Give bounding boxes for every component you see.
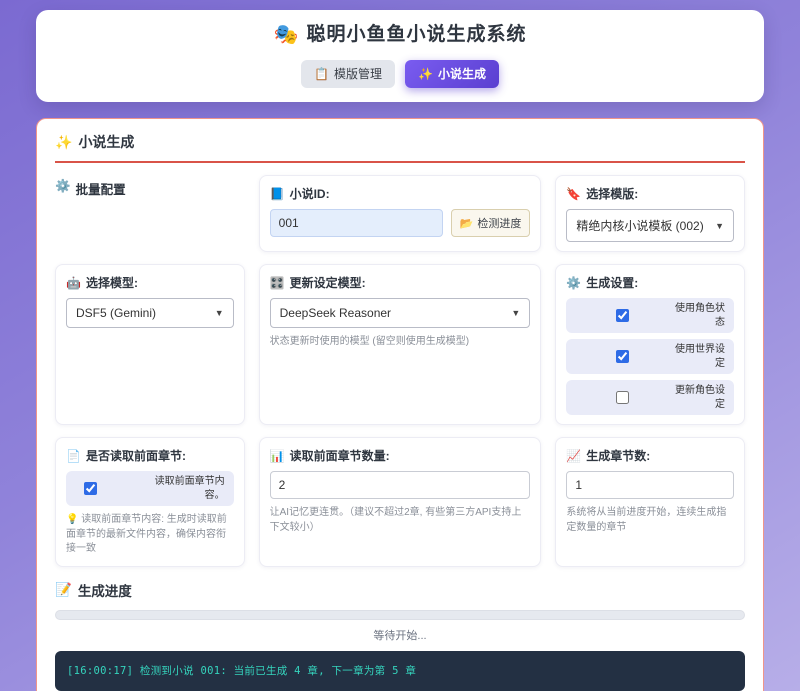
novel-id-input[interactable]	[270, 209, 443, 237]
read-previous-checkbox[interactable]	[84, 482, 97, 495]
template-select[interactable]: 精绝内核小说模板 (002) ▼	[566, 209, 734, 242]
tab-template-management[interactable]: 📋 模版管理	[301, 60, 395, 88]
novel-id-label: 📘 小说ID:	[270, 185, 531, 202]
model-select-value: DSF5 (Gemini)	[76, 306, 156, 320]
section-title-text: 小说生成	[78, 132, 134, 152]
log-line: [16:00:17] 检测到小说 001: 当前已生成 4 章, 下一章为第 5…	[67, 665, 416, 677]
tab-label: 小说生成	[438, 67, 486, 81]
tab-novel-generation[interactable]: ✨ 小说生成	[405, 60, 499, 88]
novel-generation-panel: ✨ 小说生成 ⚙️ 批量配置 📘 小说ID: 📂 检测进度	[36, 118, 764, 691]
update-model-select[interactable]: DeepSeek Reasoner ▼	[270, 298, 531, 328]
novel-id-card: 📘 小说ID: 📂 检测进度	[259, 175, 542, 252]
option-read-previous: 读取前面章节内容。	[66, 471, 234, 506]
update-model-card: 🎛️ 更新设定模型: DeepSeek Reasoner ▼ 状态更新时使用的模…	[259, 264, 542, 425]
clipboard-icon: 📋	[314, 67, 329, 81]
update-character-setting-checkbox[interactable]	[616, 391, 629, 404]
app-title: 聪明小鱼鱼小说生成系统	[306, 22, 526, 48]
app-logo-icon: 🎭	[274, 22, 299, 48]
generate-count-input[interactable]	[566, 471, 734, 499]
config-grid: ⚙️ 批量配置 📘 小说ID: 📂 检测进度 🔖	[55, 175, 745, 567]
update-model-label: 🎛️ 更新设定模型:	[270, 274, 531, 291]
sparkles-icon: ✨	[418, 67, 433, 81]
use-character-state-checkbox[interactable]	[616, 309, 629, 322]
nav-tabs: 📋 模版管理 ✨ 小说生成	[46, 60, 754, 88]
generate-count-hint: 系统将从当前进度开始，连续生成指定数量的章节	[566, 506, 734, 535]
blue-book-icon: 📘	[270, 187, 285, 201]
bookmark-icon: 🔖	[566, 187, 581, 201]
robot-icon: 🤖	[66, 276, 81, 290]
model-label: 🤖 选择模型:	[66, 274, 234, 291]
tab-label: 模版管理	[334, 67, 382, 81]
memo-icon: 📝	[55, 582, 72, 598]
use-world-setting-checkbox[interactable]	[616, 350, 629, 363]
option-label: 读取前面章节内容。	[145, 475, 225, 502]
sliders-icon: 🎛️	[270, 276, 285, 290]
update-model-hint: 状态更新时使用的模型 (留空则使用生成模型)	[270, 335, 531, 350]
chevron-down-icon: ▼	[511, 308, 520, 318]
read-count-label: 📊 读取前面章节数量:	[270, 447, 531, 464]
batch-config-label: ⚙️ 批量配置	[55, 175, 245, 252]
option-update-character-setting: 更新角色设定	[566, 380, 734, 415]
option-label: 使用世界设定	[673, 343, 725, 370]
bar-chart-icon: 📊	[270, 449, 285, 463]
gear-icon: ⚙️	[55, 179, 71, 194]
batch-config-text: 批量配置	[76, 179, 126, 198]
chevron-down-icon: ▼	[715, 221, 724, 231]
section-title: ✨ 小说生成	[55, 132, 745, 163]
update-model-select-value: DeepSeek Reasoner	[280, 306, 391, 320]
template-card: 🔖 选择模版: 精绝内核小说模板 (002) ▼	[555, 175, 745, 252]
generation-settings-card: ⚙️ 生成设置: 使用角色状态 使用世界设定 更新角色设定	[555, 264, 745, 425]
log-console: [16:00:17] 检测到小说 001: 当前已生成 4 章, 下一章为第 5…	[55, 651, 745, 691]
option-use-world-setting: 使用世界设定	[566, 339, 734, 374]
read-previous-hint: 💡 读取前面章节内容: 生成时读取前面章节的最新文件内容，确保内容衔接一致	[66, 513, 234, 557]
model-select[interactable]: DSF5 (Gemini) ▼	[66, 298, 234, 328]
generate-count-label: 📈 生成章节数:	[566, 447, 734, 464]
read-count-hint: 让AI记忆更连贯。（建议不超过2章, 有些第三方API支持上下文较小）	[270, 506, 531, 535]
lightbulb-icon: 💡	[66, 514, 78, 525]
read-count-input[interactable]	[270, 471, 531, 499]
sparkles-icon: ✨	[55, 134, 72, 151]
model-card: 🤖 选择模型: DSF5 (Gemini) ▼	[55, 264, 245, 425]
progress-section-title: 📝 生成进度	[55, 580, 745, 600]
chevron-down-icon: ▼	[215, 308, 224, 318]
progress-status: 等待开始...	[55, 627, 745, 643]
generation-settings-label: ⚙️ 生成设置:	[566, 274, 734, 291]
document-icon: 📄	[66, 449, 81, 463]
option-label: 更新角色设定	[673, 384, 725, 411]
app-header: 🎭 聪明小鱼鱼小说生成系统 📋 模版管理 ✨ 小说生成	[36, 10, 764, 102]
folder-icon: 📂	[460, 217, 474, 230]
read-count-card: 📊 读取前面章节数量: 让AI记忆更连贯。（建议不超过2章, 有些第三方API支…	[259, 437, 542, 567]
gear-icon: ⚙️	[566, 276, 581, 290]
generate-count-card: 📈 生成章节数: 系统将从当前进度开始，连续生成指定数量的章节	[555, 437, 745, 567]
read-previous-label: 📄 是否读取前面章节:	[66, 447, 234, 464]
option-label: 使用角色状态	[673, 302, 725, 329]
chart-increasing-icon: 📈	[566, 449, 581, 463]
template-label: 🔖 选择模版:	[566, 185, 734, 202]
app-title-row: 🎭 聪明小鱼鱼小说生成系统	[46, 22, 754, 48]
read-previous-card: 📄 是否读取前面章节: 读取前面章节内容。 💡 读取前面章节内容: 生成时读取前…	[55, 437, 245, 567]
option-use-character-state: 使用角色状态	[566, 298, 734, 333]
check-progress-button[interactable]: 📂 检测进度	[451, 209, 531, 237]
page: 🎭 聪明小鱼鱼小说生成系统 📋 模版管理 ✨ 小说生成 ✨ 小说生成 ⚙️ 批量…	[0, 0, 800, 691]
progress-bar	[55, 610, 745, 620]
template-select-value: 精绝内核小说模板 (002)	[576, 217, 703, 234]
